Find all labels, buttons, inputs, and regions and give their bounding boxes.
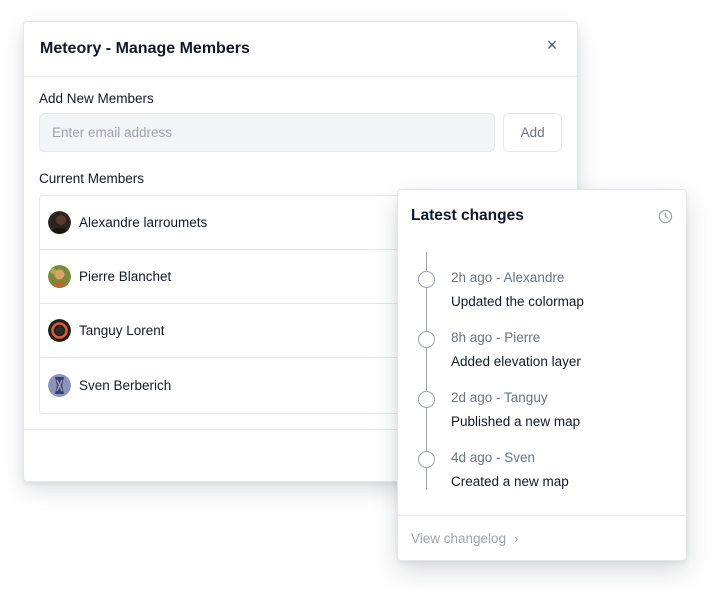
timeline-item[interactable]: 2h ago - Alexandre Updated the colormap <box>418 252 686 312</box>
current-members-label: Current Members <box>39 171 145 186</box>
timeline-dot <box>418 271 435 288</box>
timeline-meta: 4d ago - Sven <box>451 450 536 465</box>
clock-icon[interactable] <box>657 208 673 224</box>
close-icon: × <box>546 34 558 55</box>
timeline-description: Added elevation layer <box>451 354 581 369</box>
close-button[interactable]: × <box>542 35 562 55</box>
avatar <box>48 319 71 342</box>
member-name: Alexandre larroumets <box>79 215 208 230</box>
timeline-meta: 2d ago - Tanguy <box>451 390 548 405</box>
timeline-item[interactable]: 2d ago - Tanguy Published a new map <box>418 372 686 432</box>
timeline-description: Created a new map <box>451 474 569 489</box>
popover-header: Latest changes <box>398 190 686 242</box>
timeline-item[interactable]: 8h ago - Pierre Added elevation layer <box>418 312 686 372</box>
chevron-right-icon: › <box>514 531 519 546</box>
timeline-item[interactable]: 4d ago - Sven Created a new map <box>418 432 686 492</box>
modal-header: Meteory - Manage Members × <box>24 22 577 77</box>
avatar <box>48 211 71 234</box>
timeline-dot <box>418 451 435 468</box>
view-changelog-link[interactable]: View changelog › <box>411 531 518 546</box>
member-name: Pierre Blanchet <box>79 269 172 284</box>
timeline-meta: 2h ago - Alexandre <box>451 270 565 285</box>
latest-changes-popover: Latest changes 2h ago - Alexandre Update… <box>397 189 687 561</box>
timeline-description: Updated the colormap <box>451 294 584 309</box>
timeline: 2h ago - Alexandre Updated the colormap … <box>418 252 686 492</box>
view-changelog-label: View changelog <box>411 531 507 546</box>
popover-title: Latest changes <box>411 207 524 224</box>
member-name: Sven Berberich <box>79 378 172 393</box>
timeline-dot <box>418 331 435 348</box>
add-member-row: Add <box>39 113 562 152</box>
add-button[interactable]: Add <box>503 113 562 152</box>
email-input[interactable] <box>39 113 496 152</box>
add-members-label: Add New Members <box>39 91 154 106</box>
timeline-description: Published a new map <box>451 414 581 429</box>
popover-footer: View changelog › <box>398 515 686 561</box>
timeline-meta: 8h ago - Pierre <box>451 330 541 345</box>
avatar <box>48 374 71 397</box>
avatar <box>48 265 71 288</box>
timeline-dot <box>418 391 435 408</box>
modal-title: Meteory - Manage Members <box>40 40 250 57</box>
member-name: Tanguy Lorent <box>79 323 165 338</box>
